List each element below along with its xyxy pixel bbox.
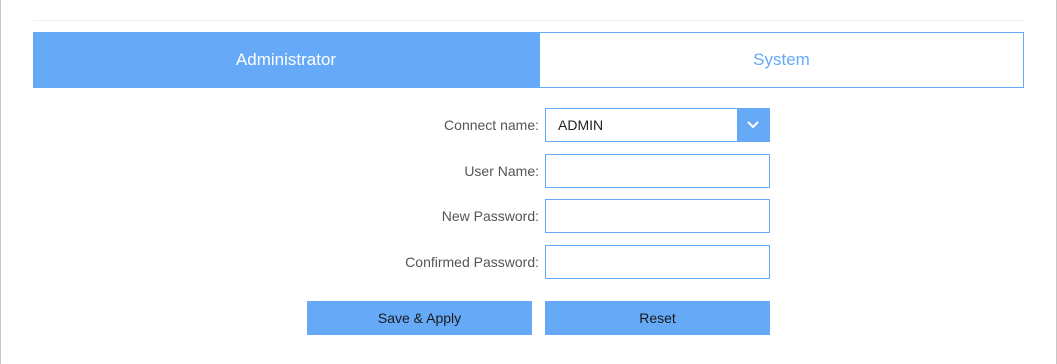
connect-name-value: ADMIN	[558, 117, 604, 133]
divider	[33, 20, 1024, 21]
connect-name-label: Connect name:	[444, 117, 539, 133]
tab-administrator[interactable]: Administrator	[33, 32, 539, 88]
new-password-label: New Password:	[441, 208, 539, 224]
reset-label: Reset	[639, 310, 676, 326]
confirmed-password-input[interactable]	[545, 245, 770, 279]
tab-administrator-label: Administrator	[235, 50, 337, 69]
chevron-down-icon[interactable]	[737, 109, 769, 141]
reset-button[interactable]: Reset	[545, 301, 770, 335]
user-name-input[interactable]	[545, 154, 770, 188]
confirmed-password-label: Confirmed Password:	[405, 254, 539, 270]
new-password-input[interactable]	[545, 199, 770, 233]
save-apply-label: Save & Apply	[377, 310, 462, 326]
connect-name-select[interactable]: ADMIN	[545, 108, 770, 142]
tab-bar: Administrator System	[33, 32, 1024, 88]
tab-system[interactable]: System	[539, 32, 1024, 88]
user-name-label: User Name:	[464, 163, 539, 179]
confirmed-password-row: Confirmed Password:	[0, 245, 1057, 279]
tab-system-label: System	[753, 50, 810, 69]
connect-name-row: Connect name: ADMIN	[0, 108, 1057, 142]
new-password-row: New Password:	[0, 199, 1057, 233]
save-apply-button[interactable]: Save & Apply	[307, 301, 532, 335]
user-name-row: User Name:	[0, 154, 1057, 188]
